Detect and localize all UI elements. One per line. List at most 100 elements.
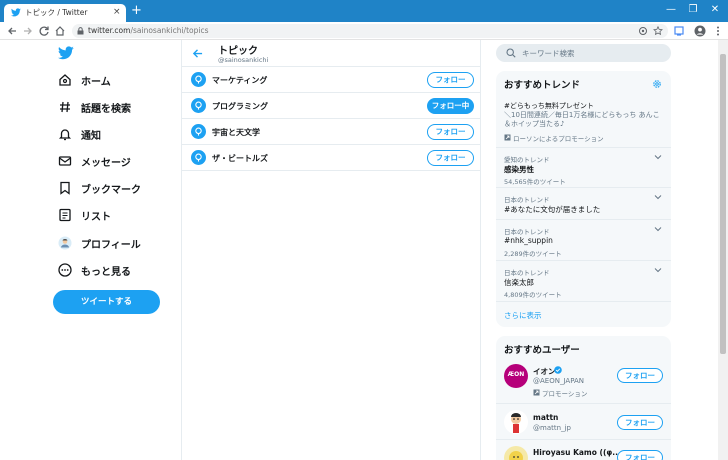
user-name: mattn <box>533 413 559 422</box>
user-name: イオン <box>533 367 556 376</box>
trend-count: 54,565件のツイート <box>504 178 566 186</box>
sidebar-item-home[interactable]: ホーム <box>54 68 174 92</box>
user-promo: プロモーション <box>542 390 588 398</box>
new-tab-button[interactable]: + <box>131 3 142 18</box>
home-browser-icon[interactable] <box>54 25 66 37</box>
topic-row[interactable]: プログラミング フォロー中 <box>182 93 480 119</box>
follow-button[interactable]: フォロー <box>617 415 663 430</box>
mail-icon <box>58 154 72 168</box>
sidebar-item-more[interactable]: もっと見る <box>54 258 174 282</box>
back-arrow-icon[interactable] <box>192 48 203 59</box>
trend-name: 信楽太郎 <box>504 278 534 287</box>
topic-name: プログラミング <box>212 102 268 111</box>
tweet-button[interactable]: ツイートする <box>53 290 160 314</box>
follow-button[interactable]: フォロー <box>617 368 663 383</box>
trends-card: おすすめトレンド #どらもっち無料プレゼント ＼10日間連続／毎日1万名様にどら… <box>496 71 671 327</box>
trends-title: おすすめトレンド <box>504 80 581 91</box>
sidebar-item-label: プロフィール <box>81 240 141 251</box>
close-window-button[interactable]: ✕ <box>706 2 724 18</box>
address-bar[interactable]: twitter.com/sainosankichi/topics <box>72 24 668 38</box>
follow-button[interactable]: フォロー <box>427 150 474 166</box>
sidebar-item-label: 通知 <box>81 131 101 142</box>
trend-meta: 日本のトレンド <box>504 228 550 236</box>
following-button[interactable]: フォロー中 <box>427 98 474 114</box>
sidebar-item-label: 話題を検索 <box>81 104 131 115</box>
browser-tab[interactable]: トピック / Twitter × <box>4 4 126 22</box>
page-scrollbar[interactable] <box>718 40 728 460</box>
bell-icon <box>58 127 72 141</box>
user-row[interactable]: ÆON イオン @AEON_JAPAN プロモーション フォロー <box>496 358 671 404</box>
topic-row[interactable]: ザ・ビートルズ フォロー <box>182 145 480 171</box>
minimize-button[interactable]: — <box>662 2 680 18</box>
follow-button[interactable]: フォロー <box>617 450 663 460</box>
lock-icon <box>77 27 84 35</box>
avatar-icon <box>58 236 72 250</box>
follow-button[interactable]: フォロー <box>427 72 474 88</box>
account-icon[interactable] <box>694 25 706 37</box>
chevron-down-icon[interactable] <box>654 226 662 232</box>
page-title: トピック <box>218 46 258 57</box>
lens-icon[interactable] <box>638 26 648 36</box>
trend-count: 4,809件のツイート <box>504 291 562 299</box>
bookmark-icon <box>58 181 72 195</box>
topic-name: マーケティング <box>212 76 268 85</box>
tab-close-icon[interactable]: × <box>113 6 121 18</box>
user-row[interactable]: mattn @mattn_jp フォロー <box>496 404 671 440</box>
back-icon[interactable] <box>6 25 18 37</box>
user-handle: @AEON_JAPAN <box>533 377 584 385</box>
topic-name: 宇宙と天文学 <box>212 128 260 137</box>
browser-title-bar: トピック / Twitter × + — ❐ ✕ <box>0 0 728 22</box>
trend-item[interactable]: #どらもっち無料プレゼント ＼10日間連続／毎日1万名様にどらもっち あんこ＆ホ… <box>496 96 671 148</box>
sidebar-item-explore[interactable]: 話題を検索 <box>54 95 174 119</box>
reload-icon[interactable] <box>38 25 50 37</box>
chevron-down-icon[interactable] <box>654 154 662 160</box>
follow-button[interactable]: フォロー <box>427 124 474 140</box>
trend-count: 2,289件のツイート <box>504 250 562 258</box>
tab-title: トピック / Twitter <box>25 8 88 17</box>
forward-icon[interactable] <box>22 25 34 37</box>
search-icon <box>506 48 516 58</box>
scrollbar-thumb[interactable] <box>720 54 726 354</box>
user-row[interactable]: Hiroyasu Kamo ((φ... フォロー <box>496 440 671 460</box>
sidebar-item-bookmarks[interactable]: ブックマーク <box>54 176 174 200</box>
trend-item[interactable]: 日本のトレンド #nhk_suppin 2,289件のツイート <box>496 220 671 261</box>
main-column: トピック @sainosankichi マーケティング フォロー プログラミング… <box>181 40 481 460</box>
trend-meta: 愛知のトレンド <box>504 156 550 164</box>
trend-item[interactable]: 愛知のトレンド 感染男性 54,565件のツイート <box>496 148 671 188</box>
maximize-button[interactable]: ❐ <box>684 2 702 18</box>
chevron-down-icon[interactable] <box>654 267 662 273</box>
promoted-icon <box>533 389 540 396</box>
sidebar-item-profile[interactable]: プロフィール <box>54 231 174 255</box>
search-input[interactable]: キーワード検索 <box>496 44 671 62</box>
sidebar-item-label: リスト <box>81 212 111 223</box>
trend-meta: 日本のトレンド <box>504 269 550 277</box>
sidebar-item-lists[interactable]: リスト <box>54 203 174 227</box>
page-header: トピック @sainosankichi <box>182 40 480 67</box>
trend-promo: ローソンによるプロモーション <box>513 135 604 143</box>
sidebar-item-label: もっと見る <box>81 267 131 278</box>
topic-icon <box>191 124 206 139</box>
chevron-down-icon[interactable] <box>654 194 662 200</box>
home-icon <box>58 73 72 87</box>
extension-icon[interactable] <box>673 25 685 37</box>
url-text: twitter.com/sainosankichi/topics <box>88 26 209 35</box>
sidebar-item-notifications[interactable]: 通知 <box>54 122 174 146</box>
trend-name: #nhk_suppin <box>504 236 553 245</box>
twitter-logo-icon[interactable] <box>58 46 74 60</box>
menu-kebab-icon[interactable] <box>712 25 724 37</box>
gear-icon[interactable] <box>652 79 662 89</box>
trend-item[interactable]: 日本のトレンド #あなたに文句が届きました <box>496 188 671 220</box>
trend-description: ＼10日間連続／毎日1万名様にどらもっち あんこ＆ホイップ当たる♪ <box>504 111 660 128</box>
browser-toolbar: twitter.com/sainosankichi/topics <box>0 22 728 40</box>
verified-badge-icon <box>554 366 562 374</box>
show-more-link[interactable]: さらに表示 <box>504 310 542 321</box>
sidebar-item-label: ホーム <box>81 77 111 88</box>
star-icon[interactable] <box>653 26 663 36</box>
user-avatar <box>504 446 528 460</box>
sidebar-item-label: ブックマーク <box>81 185 141 196</box>
sidebar-item-messages[interactable]: メッセージ <box>54 149 174 173</box>
topic-row[interactable]: 宇宙と天文学 フォロー <box>182 119 480 145</box>
topic-row[interactable]: マーケティング フォロー <box>182 67 480 93</box>
twitter-favicon-icon <box>11 8 21 17</box>
trend-item[interactable]: 日本のトレンド 信楽太郎 4,809件のツイート <box>496 261 671 302</box>
